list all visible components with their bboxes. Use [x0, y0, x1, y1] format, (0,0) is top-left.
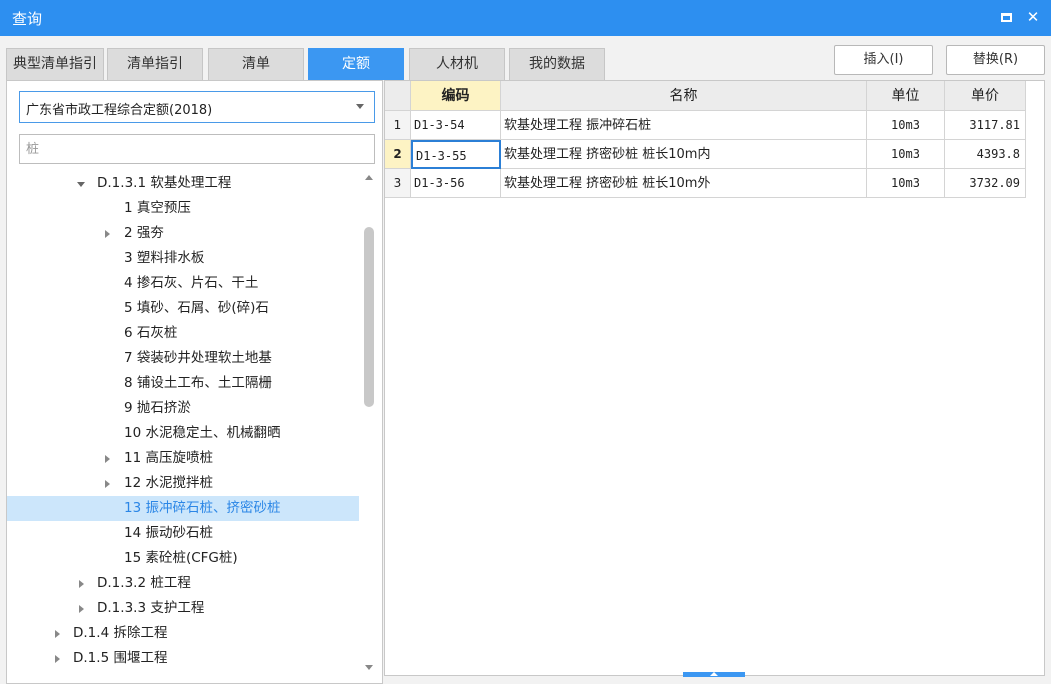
tree-node-item[interactable]: 6 石灰桩 — [7, 321, 359, 346]
tab-list-guide[interactable]: 清单指引 — [107, 48, 203, 80]
insert-button[interactable]: 插入(I) — [834, 45, 933, 75]
title-bar: 查询 ✕ — [0, 0, 1051, 36]
cell-unit[interactable]: 10m3 — [867, 169, 945, 198]
library-select-value: 广东省市政工程综合定额(2018) — [26, 103, 213, 118]
scroll-down-icon[interactable] — [365, 665, 373, 670]
tree-node-item[interactable]: 5 填砂、石屑、砂(碎)石 — [7, 296, 359, 321]
row-number[interactable]: 1 — [385, 111, 411, 140]
tree-node-item[interactable]: 9 抛石挤淤 — [7, 396, 359, 421]
tree-node-item[interactable]: 15 素砼桩(CFG桩) — [7, 546, 359, 571]
results-panel: 编码 名称 单位 单价 1 D1-3-54 软基处理工程 振冲碎石桩 10m3 … — [384, 80, 1045, 677]
tree-node-item[interactable]: 3 塑料排水板 — [7, 246, 359, 271]
tree-node-item[interactable]: 12 水泥搅拌桩 — [7, 471, 359, 496]
collapsed-arrow-icon — [105, 230, 110, 238]
cell-price[interactable]: 3732.09 — [945, 169, 1026, 198]
tab-my-data[interactable]: 我的数据 — [509, 48, 605, 80]
collapsed-arrow-icon — [55, 655, 60, 663]
cell-name[interactable]: 软基处理工程 挤密砂桩 桩长10m内 — [501, 140, 867, 169]
tree-node-item[interactable]: 7 袋装砂井处理软土地基 — [7, 346, 359, 371]
cell-name[interactable]: 软基处理工程 振冲碎石桩 — [501, 111, 867, 140]
tab-labor-material-machine[interactable]: 人材机 — [409, 48, 505, 80]
scroll-up-icon[interactable] — [365, 175, 373, 180]
row-number-header — [385, 81, 411, 111]
cell-unit[interactable]: 10m3 — [867, 140, 945, 169]
replace-button[interactable]: 替换(R) — [946, 45, 1045, 75]
scroll-thumb[interactable] — [364, 227, 374, 407]
panel-splitter-handle[interactable] — [683, 672, 745, 677]
tree-node-d15[interactable]: D.1.5 围堰工程 — [7, 646, 359, 671]
column-header-code[interactable]: 编码 — [411, 81, 501, 111]
left-panel: 广东省市政工程综合定额(2018) D.1.3.1 软基处理工程 1 真空预压 … — [6, 80, 383, 684]
tab-quota[interactable]: 定额 — [308, 48, 404, 80]
cell-price[interactable]: 3117.81 — [945, 111, 1026, 140]
tree-node-selected[interactable]: 13 振冲碎石桩、挤密砂桩 — [7, 496, 359, 521]
window-title: 查询 — [12, 10, 43, 28]
chevron-down-icon — [356, 104, 364, 109]
cell-code[interactable]: D1-3-54 — [411, 111, 501, 140]
maximize-icon[interactable] — [995, 6, 1017, 28]
cell-name[interactable]: 软基处理工程 挤密砂桩 桩长10m外 — [501, 169, 867, 198]
tree-node-item[interactable]: 14 振动砂石桩 — [7, 521, 359, 546]
collapsed-arrow-icon — [105, 480, 110, 488]
tab-typical-list-guide[interactable]: 典型清单指引 — [6, 48, 104, 80]
expanded-arrow-icon — [77, 182, 85, 187]
close-icon[interactable]: ✕ — [1022, 6, 1044, 28]
tree-node-item[interactable]: 1 真空预压 — [7, 196, 359, 221]
tree-scrollbar[interactable] — [361, 171, 377, 675]
cell-code[interactable]: D1-3-56 — [411, 169, 501, 198]
collapsed-arrow-icon — [55, 630, 60, 638]
tree-node-d14[interactable]: D.1.4 拆除工程 — [7, 621, 359, 646]
tree-node-item[interactable]: 11 高压旋喷桩 — [7, 446, 359, 471]
library-select[interactable]: 广东省市政工程综合定额(2018) — [19, 91, 375, 123]
collapsed-arrow-icon — [79, 580, 84, 588]
collapsed-arrow-icon — [105, 455, 110, 463]
tree-node-d132[interactable]: D.1.3.2 桩工程 — [7, 571, 359, 596]
tree-node-d131[interactable]: D.1.3.1 软基处理工程 — [7, 171, 359, 196]
tree-node-item[interactable]: 8 铺设土工布、土工隔栅 — [7, 371, 359, 396]
cell-unit[interactable]: 10m3 — [867, 111, 945, 140]
collapsed-arrow-icon — [79, 605, 84, 613]
search-input[interactable] — [19, 134, 375, 164]
cell-code-focused[interactable]: D1-3-55 — [411, 140, 501, 169]
row-number[interactable]: 2 — [385, 140, 411, 169]
column-header-price[interactable]: 单价 — [945, 81, 1026, 111]
row-number[interactable]: 3 — [385, 169, 411, 198]
cell-price[interactable]: 4393.8 — [945, 140, 1026, 169]
tree-node-d133[interactable]: D.1.3.3 支护工程 — [7, 596, 359, 621]
category-tree: D.1.3.1 软基处理工程 1 真空预压 2 强夯 3 塑料排水板 4 掺石灰… — [7, 171, 359, 684]
tab-list[interactable]: 清单 — [208, 48, 304, 80]
tree-node-item[interactable]: 10 水泥稳定土、机械翻晒 — [7, 421, 359, 446]
chevron-up-icon — [710, 672, 718, 676]
tree-node-item[interactable]: 2 强夯 — [7, 221, 359, 246]
column-header-unit[interactable]: 单位 — [867, 81, 945, 111]
tree-node-item[interactable]: 4 掺石灰、片石、干土 — [7, 271, 359, 296]
column-header-name[interactable]: 名称 — [501, 81, 867, 111]
